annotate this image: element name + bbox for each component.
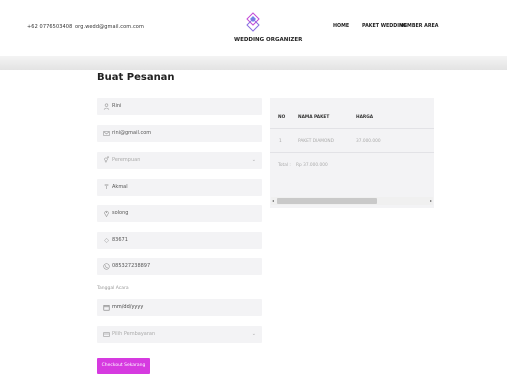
- payment-select[interactable]: Pilih Pembayaran ⌄: [97, 326, 262, 343]
- scroll-left-icon[interactable]: ◂: [272, 198, 274, 204]
- table-cell-package: PAKET DIAMOND: [298, 139, 334, 144]
- scrollbar-thumb[interactable]: [277, 198, 377, 204]
- header-email[interactable]: org.wedd@gmail.com.com: [75, 24, 144, 30]
- chevron-down-icon: ⌄: [251, 331, 256, 337]
- brand-name[interactable]: WEDDING ORGANIZER: [234, 37, 302, 43]
- horizontal-scrollbar[interactable]: ◂ ▸: [271, 197, 433, 205]
- postal-icon: ◇: [104, 237, 109, 244]
- col-header-no: NO: [278, 115, 286, 120]
- page-title: Buat Pesanan: [97, 72, 175, 83]
- order-summary-table: NO NAMA PAKET HARGA 1 PAKET DIAMOND 37.0…: [270, 98, 434, 208]
- table-cell-price: 37.000.000: [356, 139, 381, 144]
- name-field[interactable]: Rini: [97, 98, 262, 115]
- total-label: Total :: [278, 163, 291, 168]
- event-date-placeholder: mm/dd/yyyy: [112, 304, 144, 310]
- phone-icon: [103, 263, 110, 270]
- postal-code-value: 83671: [112, 237, 128, 243]
- table-cell-no: 1: [279, 139, 282, 144]
- nav-member-area[interactable]: MEMBER AREA: [399, 24, 439, 29]
- location-icon: [103, 210, 110, 218]
- address-icon: ₸: [104, 184, 109, 191]
- scroll-right-icon[interactable]: ▸: [430, 198, 432, 204]
- envelope-icon: [103, 130, 110, 137]
- checkout-button[interactable]: Checkout Sekarang: [97, 358, 150, 374]
- postal-code-field[interactable]: ◇ 83671: [97, 232, 262, 249]
- city-value: solong: [112, 210, 129, 216]
- total-value: Rp 37.000.000: [296, 163, 328, 168]
- event-date-label: Tanggal Acara: [97, 286, 129, 291]
- gender-select[interactable]: ⚥ Perempuan ⌄: [97, 152, 262, 169]
- user-icon: [103, 103, 110, 110]
- city-field[interactable]: solong: [97, 205, 262, 222]
- calendar-icon: [103, 304, 110, 311]
- phone-field[interactable]: 085327238897: [97, 258, 262, 275]
- payment-placeholder: Pilih Pembayaran: [112, 331, 156, 337]
- gender-icon: ⚥: [103, 157, 110, 164]
- top-header: +62 0776503408 org.wedd@gmail.com.com WE…: [0, 0, 507, 60]
- event-date-field[interactable]: mm/dd/yyyy: [97, 299, 262, 316]
- brand-logo-icon[interactable]: [246, 12, 260, 32]
- address-value: Akmal: [112, 184, 128, 190]
- table-divider: [270, 152, 434, 153]
- nav-home[interactable]: HOME: [333, 24, 349, 29]
- email-field[interactable]: rini@gmail.com: [97, 125, 262, 142]
- chevron-down-icon: ⌄: [251, 157, 256, 163]
- col-header-price: HARGA: [356, 115, 374, 120]
- col-header-package: NAMA PAKET: [298, 115, 330, 120]
- address-field[interactable]: ₸ Akmal: [97, 179, 262, 196]
- table-divider: [270, 128, 434, 129]
- header-shadow: [0, 56, 507, 70]
- email-value: rini@gmail.com: [112, 130, 152, 136]
- phone-value: 085327238897: [112, 263, 151, 269]
- name-value: Rini: [112, 103, 122, 109]
- payment-icon: [103, 331, 110, 338]
- header-phone: +62 0776503408: [27, 24, 73, 30]
- gender-placeholder: Perempuan: [112, 157, 141, 163]
